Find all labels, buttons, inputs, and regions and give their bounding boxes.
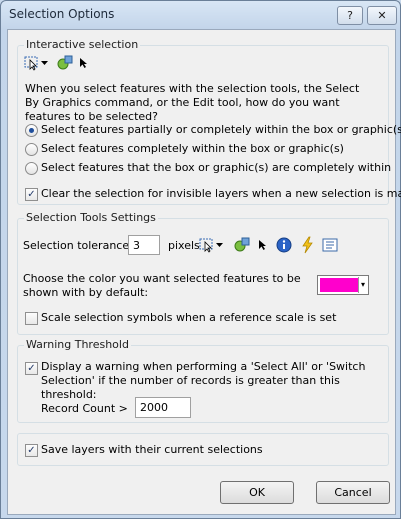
color-swatch — [320, 278, 358, 292]
select-by-rectangle-icon[interactable] — [199, 237, 225, 256]
color-picker[interactable]: ▾ — [317, 275, 369, 295]
scale-symbols-label[interactable]: Scale selection symbols when a reference… — [41, 311, 336, 324]
radio-box-within-label[interactable]: Select features that the box or graphic(… — [41, 161, 391, 174]
chevron-down-icon[interactable]: ▾ — [358, 277, 367, 293]
save-layers-label[interactable]: Save layers with their current selection… — [41, 443, 263, 456]
scale-symbols-checkbox[interactable] — [25, 312, 38, 325]
select-by-rectangle-icon[interactable] — [24, 55, 50, 74]
selection-options-window: Selection Options ? ✕ Interactive select… — [0, 0, 401, 519]
interactive-selection-legend: Interactive selection — [24, 38, 141, 51]
ok-button[interactable]: OK — [220, 481, 294, 504]
clear-invisible-checkbox[interactable]: ✓ — [25, 188, 38, 201]
identify-icon[interactable] — [276, 237, 292, 256]
select-elements-icon[interactable] — [56, 55, 74, 74]
save-layers-group: ✓ Save layers with their current selecti… — [17, 433, 389, 466]
help-button[interactable]: ? — [337, 6, 363, 25]
attributes-icon[interactable] — [322, 237, 338, 256]
radio-partially-within-label[interactable]: Select features partially or completely … — [41, 123, 401, 136]
color-label: Choose the color you want selected featu… — [23, 272, 301, 299]
interactive-selection-group: Interactive selection When you select fe… — [17, 38, 401, 205]
record-count-label: Record Count > — [41, 402, 128, 415]
close-button[interactable]: ✕ — [367, 6, 397, 25]
cancel-button[interactable]: Cancel — [316, 481, 390, 504]
display-warning-label[interactable]: Display a warning when performing a 'Sel… — [41, 360, 381, 402]
display-warning-checkbox[interactable]: ✓ — [25, 362, 38, 375]
pixels-label: pixels — [168, 239, 200, 252]
selection-tools-group: Selection Tools Settings Selection toler… — [17, 211, 389, 335]
tolerance-input[interactable] — [128, 235, 160, 255]
select-arrow-icon[interactable] — [79, 57, 89, 72]
tolerance-label: Selection tolerance: — [23, 239, 133, 252]
dialog-body: Interactive selection When you select fe… — [7, 29, 401, 515]
warning-threshold-legend: Warning Threshold — [24, 338, 131, 351]
flash-icon[interactable] — [300, 236, 314, 257]
clear-invisible-label[interactable]: Clear the selection for invisible layers… — [41, 187, 401, 200]
select-arrow-icon[interactable] — [258, 239, 268, 254]
select-elements-icon[interactable] — [233, 237, 251, 256]
radio-box-within[interactable] — [25, 162, 38, 175]
radio-completely-within[interactable] — [25, 143, 38, 156]
radio-completely-within-label[interactable]: Select features completely within the bo… — [41, 142, 344, 155]
selection-question: When you select features with the select… — [25, 82, 360, 123]
save-layers-checkbox[interactable]: ✓ — [25, 444, 38, 457]
warning-threshold-group: Warning Threshold ✓ Display a warning wh… — [17, 338, 389, 423]
record-count-input[interactable] — [135, 397, 191, 418]
radio-partially-within[interactable] — [25, 124, 38, 137]
window-title: Selection Options — [9, 7, 115, 21]
selection-tools-legend: Selection Tools Settings — [24, 211, 158, 224]
